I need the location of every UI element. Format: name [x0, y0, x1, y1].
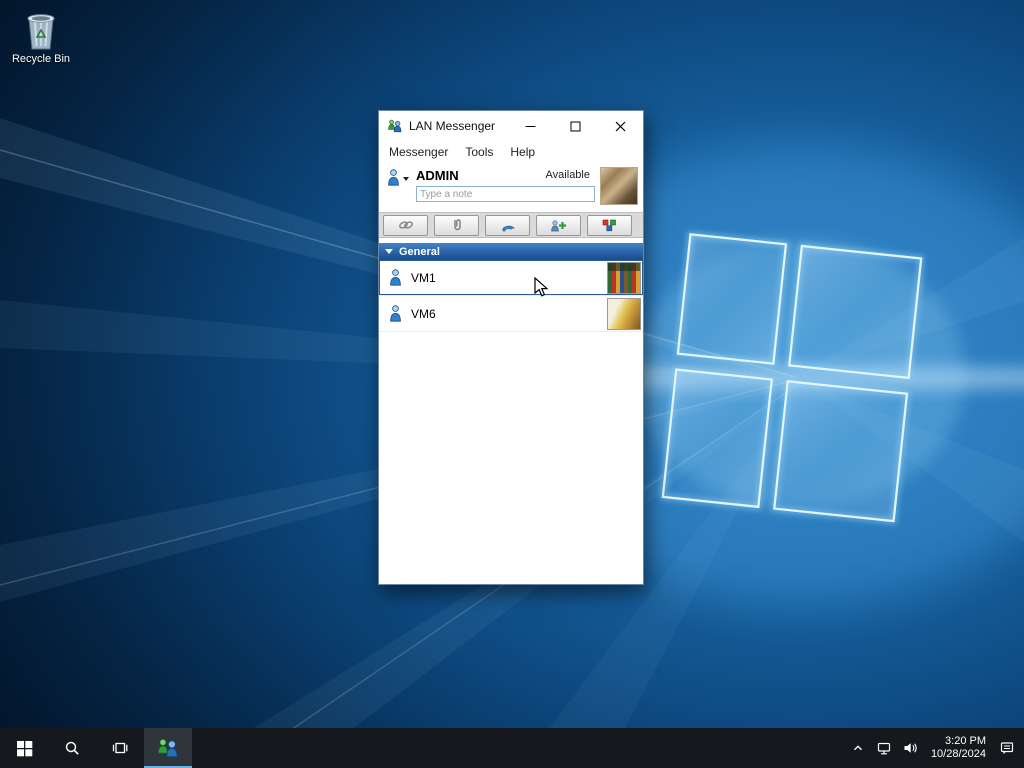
group-header-general[interactable]: General — [379, 243, 643, 260]
lan-messenger-app-icon — [387, 118, 403, 134]
remote-connect-icon — [501, 225, 515, 231]
clock-time: 3:20 PM — [945, 735, 986, 747]
contact-person-icon — [390, 269, 401, 286]
contact-avatar — [607, 297, 641, 330]
start-icon — [16, 740, 32, 756]
group-label: General — [399, 245, 440, 258]
contact-list-empty-area — [379, 332, 643, 584]
user-name: ADMIN — [416, 167, 459, 183]
network-icon — [877, 742, 891, 755]
lan-messenger-icon — [157, 738, 178, 758]
contact-person-icon — [390, 305, 401, 322]
user-panel: ADMIN Available — [379, 163, 643, 209]
desktop: Recycle Bin LAN Messenger Messenger Tool… — [0, 0, 1024, 768]
action-center-icon — [1000, 742, 1014, 754]
user-person-icon — [388, 169, 399, 186]
task-view-button[interactable] — [96, 728, 144, 768]
collapse-group-icon — [385, 249, 393, 254]
taskbar: 3:20 PM 10/28/2024 — [0, 728, 1024, 768]
menubar: Messenger Tools Help — [379, 141, 643, 163]
toolbar-blocks-button[interactable] — [587, 214, 632, 236]
user-status-selector[interactable] — [387, 166, 409, 206]
menu-messenger[interactable]: Messenger — [389, 145, 448, 159]
minimize-icon — [525, 125, 536, 127]
blocks-icon — [602, 219, 616, 231]
toolbar-attach-button[interactable] — [434, 214, 479, 236]
contact-name: VM6 — [411, 306, 436, 321]
volume-button[interactable] — [897, 728, 923, 768]
action-center-button[interactable] — [994, 728, 1020, 768]
add-contact-icon — [551, 219, 566, 231]
clock-date: 10/28/2024 — [930, 748, 986, 760]
maximize-icon — [570, 121, 581, 131]
link-icon — [398, 221, 413, 229]
toolbar-remote-button[interactable] — [485, 214, 530, 236]
hidden-icons-button[interactable] — [845, 728, 871, 768]
start-button[interactable] — [0, 728, 48, 768]
search-icon — [65, 741, 79, 755]
close-icon — [615, 121, 626, 131]
taskbar-clock[interactable]: 3:20 PM 10/28/2024 — [923, 728, 994, 768]
toolbar-link-button[interactable] — [383, 214, 428, 236]
close-button[interactable] — [598, 111, 643, 141]
maximize-button[interactable] — [553, 111, 598, 141]
network-button[interactable] — [871, 728, 897, 768]
user-avatar[interactable] — [600, 167, 638, 205]
recycle-bin-glyph — [27, 14, 55, 50]
titlebar[interactable]: LAN Messenger — [379, 111, 643, 141]
note-input[interactable] — [416, 186, 595, 202]
system-tray: 3:20 PM 10/28/2024 — [845, 728, 1024, 768]
user-status: Available — [545, 169, 590, 181]
contact-name: VM1 — [411, 270, 436, 285]
lan-messenger-window: LAN Messenger Messenger Tools Help ADMIN… — [378, 110, 644, 585]
search-button[interactable] — [48, 728, 96, 768]
paperclip-icon — [453, 219, 461, 231]
contact-row-vm1[interactable]: VM1 — [379, 260, 643, 296]
task-view-icon — [112, 742, 128, 754]
minimize-button[interactable] — [508, 111, 553, 141]
window-title: LAN Messenger — [409, 119, 496, 133]
menu-tools[interactable]: Tools — [465, 145, 493, 159]
menu-help[interactable]: Help — [510, 145, 535, 159]
hidden-icons-chevron — [853, 745, 862, 751]
taskbar-lan-messenger-button[interactable] — [144, 728, 192, 768]
user-info: ADMIN Available — [416, 166, 595, 206]
toolbar-add-contact-button[interactable] — [536, 214, 581, 236]
chevron-down-icon — [403, 177, 409, 181]
window-controls — [508, 111, 643, 141]
recycle-bin-label: Recycle Bin — [11, 53, 71, 65]
recycle-bin-icon[interactable]: Recycle Bin — [10, 8, 72, 65]
toolbar — [379, 212, 643, 238]
contact-avatar — [607, 261, 641, 294]
volume-icon — [904, 743, 917, 753]
contact-row-vm6[interactable]: VM6 — [379, 296, 643, 332]
